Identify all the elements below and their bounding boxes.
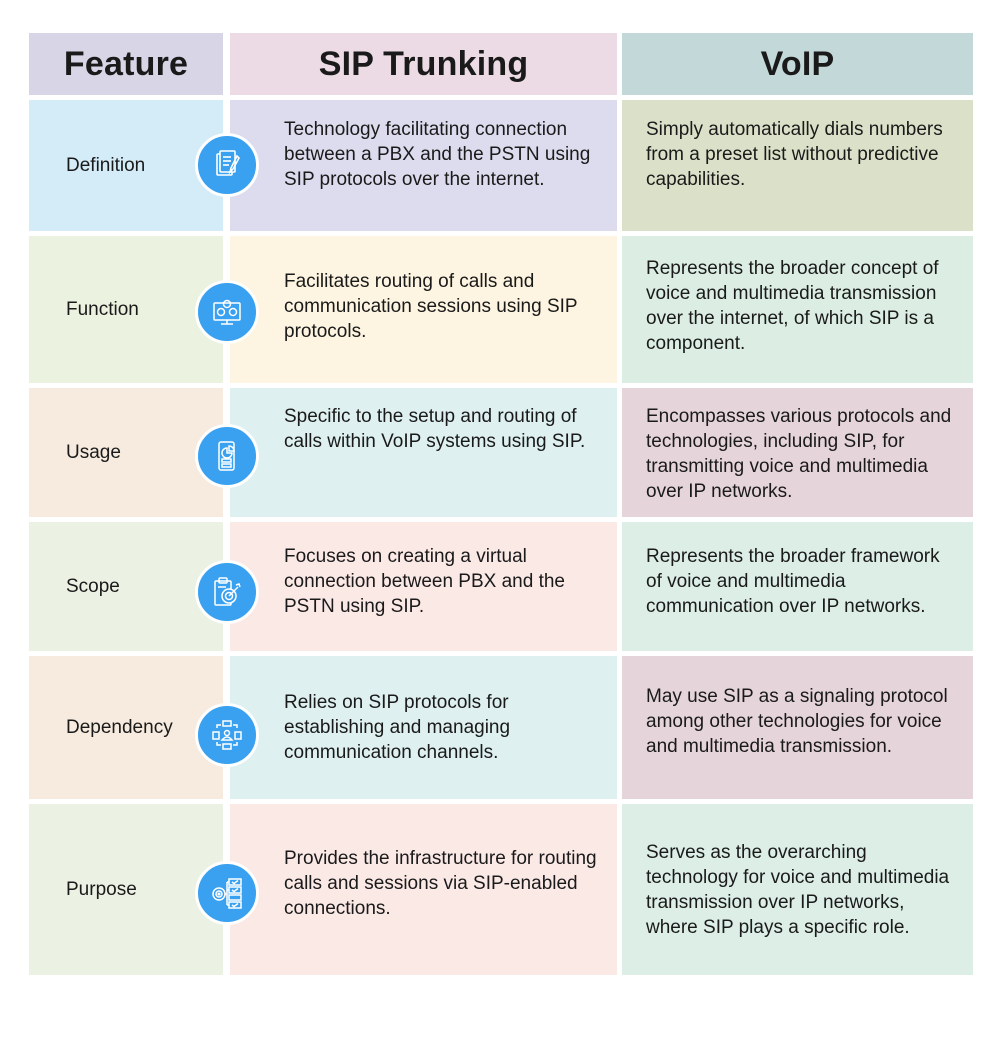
header-sip-trunking: SIP Trunking xyxy=(230,33,617,95)
voip-text: Represents the broader concept of voice … xyxy=(646,257,939,354)
feature-label: Definition xyxy=(29,100,223,231)
voip-cell: Simply automatically dials numbers from … xyxy=(622,100,973,231)
voip-cell: Serves as the overarching technology for… xyxy=(622,804,973,975)
sip-cell: Focuses on creating a virtual connection… xyxy=(230,522,617,651)
table-row-definition: Definition Technology facilitating conne… xyxy=(29,100,973,236)
feature-label: Dependency xyxy=(29,656,223,799)
mobile-chart-icon xyxy=(195,424,259,488)
table-row-dependency: Dependency Relies on SIP protocols for e… xyxy=(29,656,973,804)
feature-label: Scope xyxy=(29,522,223,651)
voip-text: Encompasses various protocols and techno… xyxy=(646,406,952,502)
feature-label: Function xyxy=(29,236,223,383)
table-row-usage: Usage Specific to the setup and routing … xyxy=(29,388,973,522)
sip-text: Technology facilitating connection betwe… xyxy=(284,119,591,190)
voip-cell: Represents the broader framework of voic… xyxy=(622,522,973,651)
sip-cell: Provides the infrastructure for routing … xyxy=(230,804,617,975)
comparison-table: Feature SIP Trunking VoIP Definition Tec… xyxy=(29,33,973,980)
document-edit-icon xyxy=(195,133,259,197)
voip-cell: May use SIP as a signaling protocol amon… xyxy=(622,656,973,799)
clipboard-target-icon xyxy=(195,560,259,624)
feature-label: Purpose xyxy=(29,804,223,975)
voip-cell: Encompasses various protocols and techno… xyxy=(622,388,973,517)
sip-text: Focuses on creating a virtual connection… xyxy=(284,546,565,617)
sip-cell: Specific to the setup and routing of cal… xyxy=(230,388,617,517)
sip-cell: Technology facilitating connection betwe… xyxy=(230,100,617,231)
sip-text: Specific to the setup and routing of cal… xyxy=(284,406,586,452)
voip-cell: Represents the broader concept of voice … xyxy=(622,236,973,383)
voip-text: May use SIP as a signaling protocol amon… xyxy=(646,686,948,757)
voip-text: Represents the broader framework of voic… xyxy=(646,546,940,617)
feature-label: Usage xyxy=(29,388,223,517)
monitor-gears-icon xyxy=(195,280,259,344)
header-row: Feature SIP Trunking VoIP xyxy=(29,33,973,100)
voip-text: Simply automatically dials numbers from … xyxy=(646,119,943,190)
table-row-purpose: Purpose Provides the infrastructure for … xyxy=(29,804,973,980)
network-hierarchy-icon xyxy=(195,703,259,767)
sip-cell: Facilitates routing of calls and communi… xyxy=(230,236,617,383)
sip-cell: Relies on SIP protocols for establishing… xyxy=(230,656,617,799)
sip-text: Relies on SIP protocols for establishing… xyxy=(284,692,511,763)
table-row-function: Function Facilitates routing of calls an… xyxy=(29,236,973,388)
header-voip: VoIP xyxy=(622,33,973,95)
header-feature: Feature xyxy=(29,33,223,95)
sip-text: Provides the infrastructure for routing … xyxy=(284,848,597,919)
sip-text: Facilitates routing of calls and communi… xyxy=(284,271,578,342)
voip-text: Serves as the overarching technology for… xyxy=(646,841,950,938)
target-checklist-icon xyxy=(195,861,259,925)
table-row-scope: Scope Focuses on creating a virtual conn… xyxy=(29,522,973,656)
